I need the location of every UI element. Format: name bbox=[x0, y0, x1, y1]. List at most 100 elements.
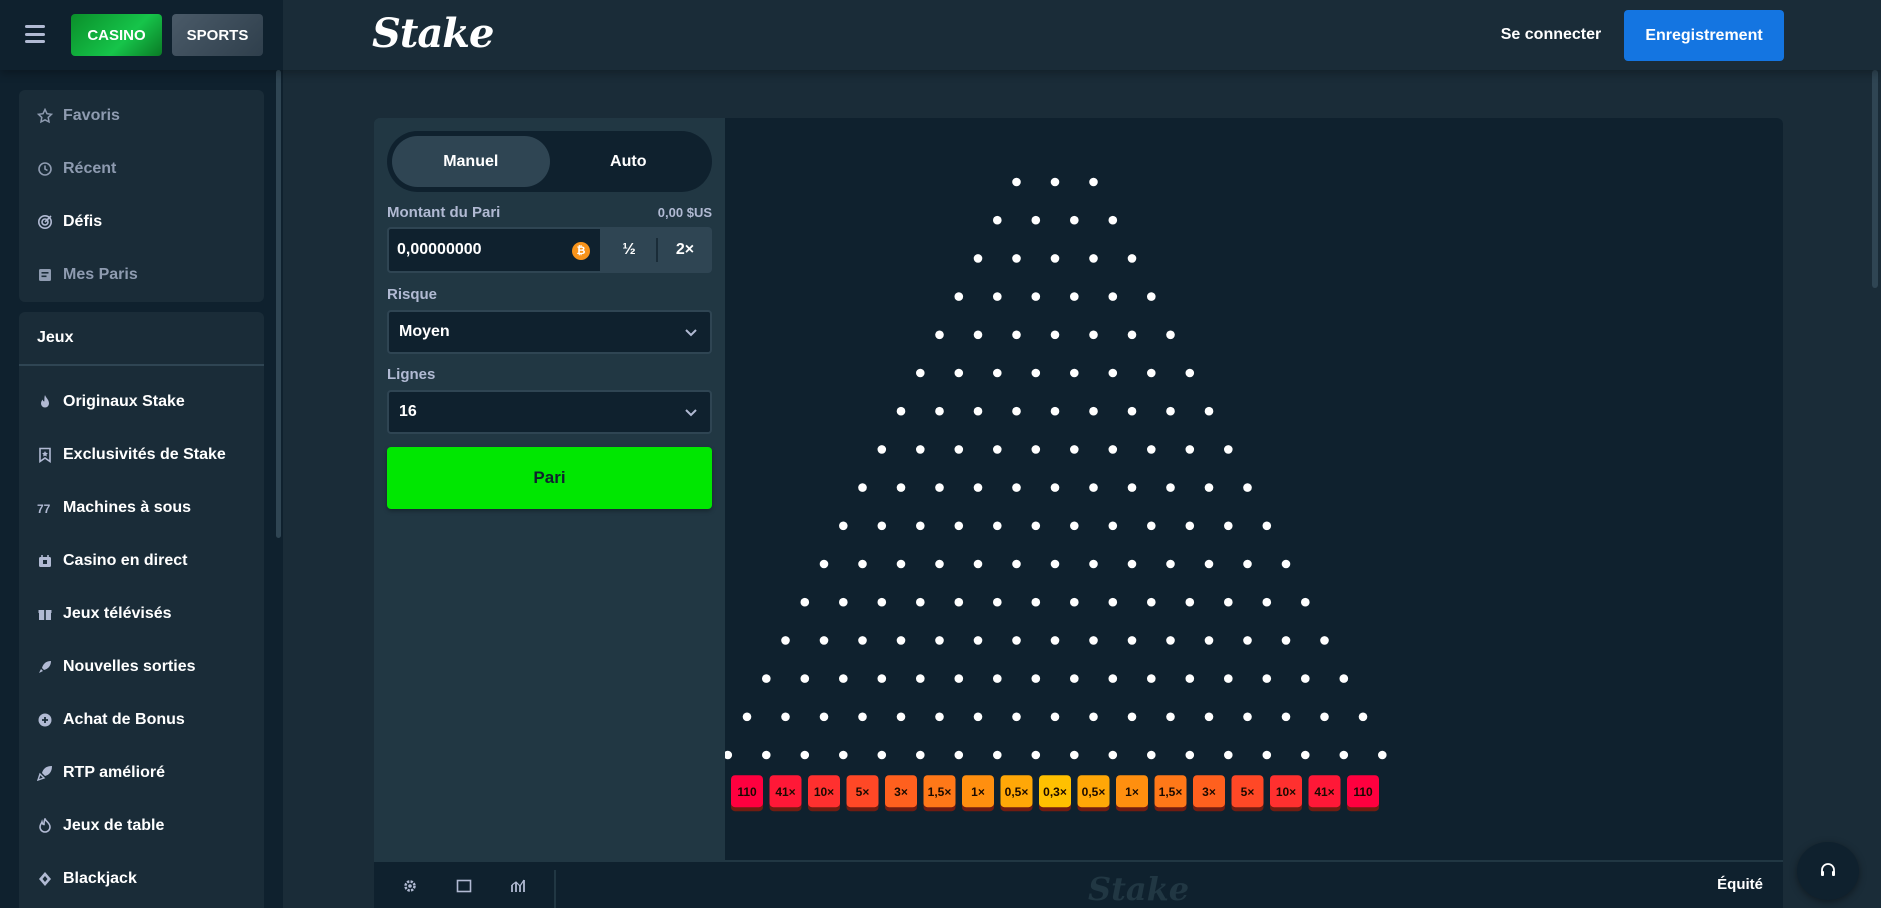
peg bbox=[954, 674, 964, 683]
peg bbox=[839, 674, 848, 683]
multiplier-label: 0,5× bbox=[1082, 785, 1106, 799]
sidebar-item-label: Casino en direct bbox=[63, 552, 188, 569]
sidebar-item-blackjack[interactable]: Blackjack bbox=[19, 859, 264, 899]
peg bbox=[954, 750, 964, 760]
menu-icon[interactable] bbox=[25, 25, 45, 43]
peg bbox=[1166, 483, 1175, 492]
sidebar-item-label: Favoris bbox=[63, 107, 120, 124]
multiplier-label: 3× bbox=[894, 785, 908, 799]
sidebar-item-exclusivites[interactable]: Exclusivités de Stake bbox=[19, 435, 264, 475]
headset-icon bbox=[1821, 863, 1835, 876]
sidebar-item-jeux-de-table[interactable]: Jeux de table bbox=[19, 806, 264, 846]
casino-tab[interactable]: CASINO bbox=[71, 14, 162, 56]
peg bbox=[1185, 674, 1195, 683]
sidebar-item-label: Jeux de table bbox=[63, 817, 165, 834]
peg bbox=[1127, 254, 1137, 263]
risk-select[interactable]: Moyen bbox=[387, 310, 712, 354]
manual-mode-tab[interactable]: Manuel bbox=[392, 136, 550, 187]
peg bbox=[1166, 406, 1175, 416]
peg bbox=[954, 445, 964, 454]
peg bbox=[1108, 750, 1118, 760]
half-bet-button[interactable]: ½ bbox=[602, 227, 656, 273]
peg bbox=[1089, 483, 1098, 492]
peg bbox=[954, 521, 964, 531]
peg bbox=[896, 636, 906, 645]
peg bbox=[954, 597, 964, 607]
peg bbox=[916, 597, 925, 607]
peg bbox=[935, 636, 944, 645]
multiplier-label: 10× bbox=[1276, 785, 1296, 799]
peg bbox=[1031, 750, 1041, 760]
peg bbox=[800, 750, 810, 760]
sidebar-item-label: Mes Paris bbox=[63, 266, 138, 283]
peg bbox=[1320, 636, 1329, 645]
peg bbox=[1243, 559, 1252, 569]
bet-button[interactable]: Pari bbox=[387, 447, 712, 509]
peg bbox=[1127, 406, 1137, 416]
peg bbox=[819, 636, 829, 645]
peg bbox=[858, 636, 867, 645]
peg bbox=[839, 750, 848, 760]
peg bbox=[993, 674, 1002, 683]
peg bbox=[1012, 483, 1021, 492]
multiplier-label: 0,3× bbox=[1043, 785, 1067, 799]
peg bbox=[1070, 521, 1079, 531]
sidebar-item-favoris[interactable]: Favoris bbox=[19, 96, 264, 136]
peg bbox=[954, 292, 964, 301]
sidebar-item-nouvelles-sorties[interactable]: Nouvelles sorties bbox=[19, 647, 264, 687]
sidebar-scrollbar[interactable] bbox=[276, 70, 281, 538]
sidebar-item-label: Nouvelles sorties bbox=[63, 658, 196, 675]
sidebar-games-header[interactable]: Jeux bbox=[19, 312, 264, 366]
peg bbox=[1031, 521, 1041, 531]
bet-amount-label: Montant du Pari bbox=[387, 204, 501, 221]
sidebar-item-jeux-televises[interactable]: Jeux télévisés bbox=[19, 594, 264, 634]
peg bbox=[1070, 368, 1079, 378]
rows-select[interactable]: 16 bbox=[387, 390, 712, 434]
multiplier-label: 10× bbox=[814, 785, 834, 799]
multiplier-box: 3× bbox=[885, 775, 917, 812]
peg bbox=[1108, 215, 1118, 225]
peg bbox=[1224, 521, 1233, 531]
peg bbox=[1050, 254, 1060, 263]
settings-icon[interactable] bbox=[400, 876, 420, 896]
peg bbox=[993, 368, 1002, 378]
sidebar-item-recent[interactable]: Récent bbox=[19, 149, 264, 189]
multiplier-label: 41× bbox=[775, 785, 795, 799]
sidebar-item-label: Originaux Stake bbox=[63, 393, 185, 410]
fairness-link[interactable]: Équité bbox=[1717, 876, 1763, 893]
peg bbox=[896, 406, 906, 416]
bet-amount-group: 0,00000000 ₿ ½ 2× bbox=[387, 227, 712, 273]
peg bbox=[781, 636, 790, 645]
login-button[interactable]: Se connecter bbox=[1490, 18, 1612, 52]
main-scrollbar[interactable] bbox=[1872, 70, 1878, 288]
theatre-mode-icon[interactable] bbox=[454, 876, 474, 896]
stats-icon[interactable] bbox=[508, 876, 528, 896]
support-chat-button[interactable] bbox=[1797, 842, 1859, 900]
bet-amount-value: 0,00000000 bbox=[397, 241, 482, 258]
register-button[interactable]: Enregistrement bbox=[1624, 10, 1784, 61]
sidebar-item-label: Achat de Bonus bbox=[63, 711, 185, 728]
peg bbox=[1108, 368, 1118, 378]
peg bbox=[1050, 483, 1060, 492]
sports-tab[interactable]: SPORTS bbox=[172, 14, 263, 56]
sidebar-item-mes-paris[interactable]: Mes Paris bbox=[19, 255, 264, 295]
peg bbox=[1185, 597, 1195, 607]
bets-icon bbox=[37, 267, 53, 283]
sidebar-item-defis[interactable]: Défis bbox=[19, 202, 264, 242]
stake-logo[interactable]: Stake bbox=[372, 10, 494, 57]
sidebar-item-live-casino[interactable]: Casino en direct bbox=[19, 541, 264, 581]
peg bbox=[1262, 674, 1272, 683]
bet-amount-input[interactable]: 0,00000000 ₿ bbox=[387, 227, 602, 273]
peg bbox=[973, 406, 983, 416]
sidebar-item-machines[interactable]: 77 Machines à sous bbox=[19, 488, 264, 528]
peg bbox=[1089, 406, 1098, 416]
sidebar-item-achat-bonus[interactable]: Achat de Bonus bbox=[19, 700, 264, 740]
peg bbox=[800, 674, 810, 683]
peg bbox=[1301, 674, 1310, 683]
sidebar-item-originaux[interactable]: Originaux Stake bbox=[19, 382, 264, 422]
auto-mode-tab[interactable]: Auto bbox=[550, 136, 708, 187]
sidebar-item-label: RTP amélioré bbox=[63, 764, 165, 781]
sidebar-item-rtp[interactable]: RTP amélioré bbox=[19, 753, 264, 793]
double-bet-button[interactable]: 2× bbox=[658, 227, 712, 273]
bitcoin-icon: ₿ bbox=[572, 242, 590, 260]
